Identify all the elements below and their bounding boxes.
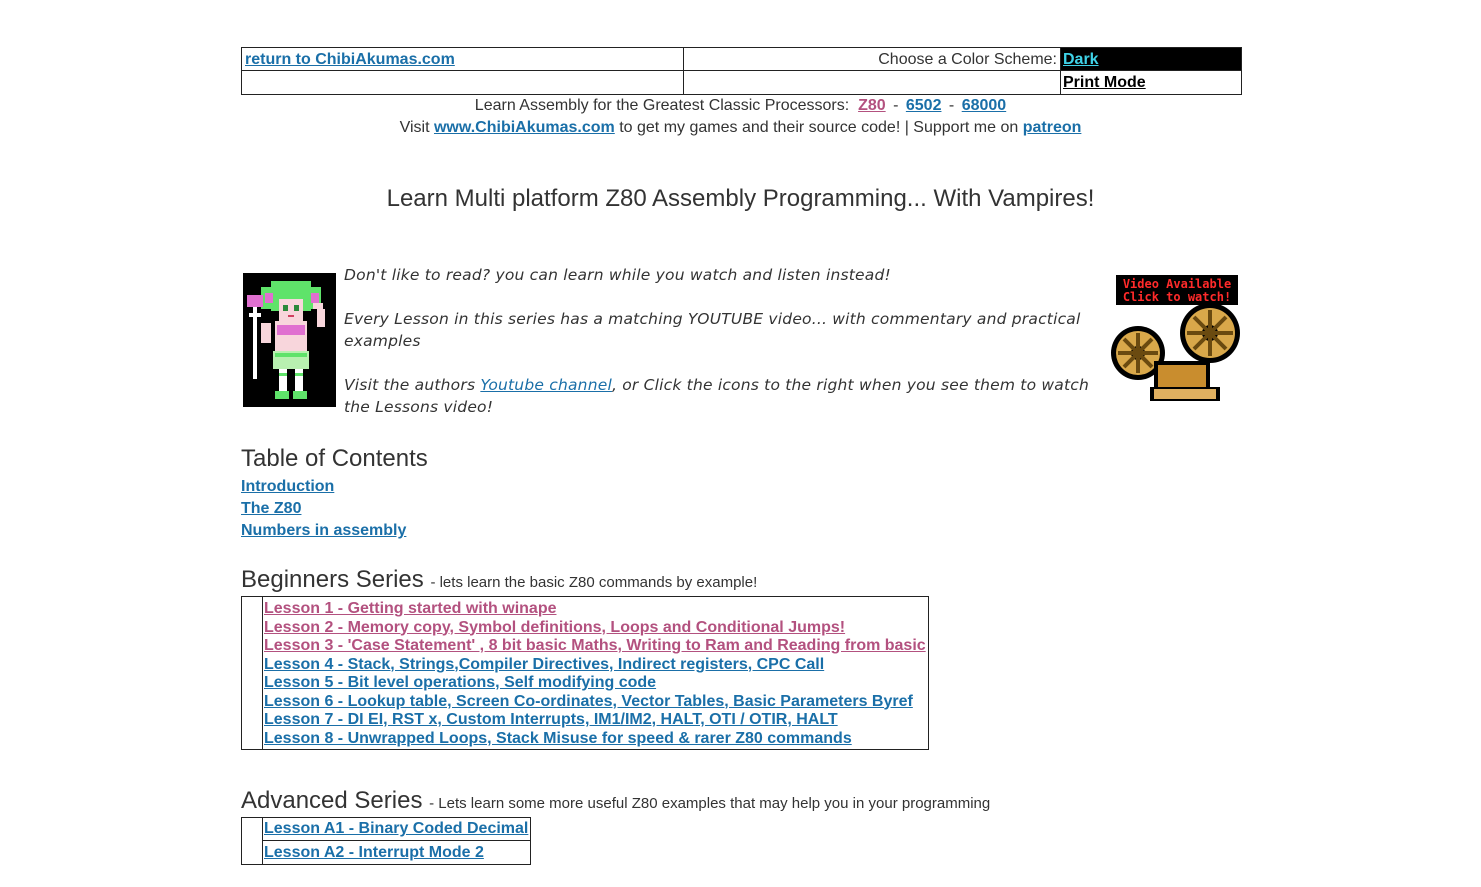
intro-p3-prefix: Visit the authors: [344, 376, 476, 394]
processors-text: Learn Assembly for the Greatest Classic …: [474, 97, 850, 114]
return-link[interactable]: return to ChibiAkumas.com: [245, 51, 455, 68]
header-cell-empty: [242, 71, 684, 94]
video-badge-line1: Video Available: [1123, 277, 1231, 291]
dark-scheme-link[interactable]: Dark: [1063, 51, 1099, 68]
site-link[interactable]: www.ChibiAkumas.com: [434, 119, 615, 136]
advanced-subtitle: - Lets learn some more useful Z80 exampl…: [429, 795, 991, 812]
toc-link-numbers[interactable]: Numbers in assembly: [241, 520, 406, 542]
advanced-row: Lesson A1 - Binary Coded Decimal: [262, 818, 530, 841]
visit-prefix: Visit: [399, 119, 430, 136]
advanced-lesson-table: Lesson A1 - Binary Coded Decimal Lesson …: [241, 817, 531, 865]
lesson-4-link[interactable]: Lesson 4 - Stack, Strings,Compiler Direc…: [264, 656, 926, 675]
visit-mid: to get my games and their source code! |…: [619, 119, 1019, 136]
header-cell-empty-2: [684, 71, 1061, 94]
lesson-5-link[interactable]: Lesson 5 - Bit level operations, Self mo…: [264, 674, 926, 693]
dark-scheme-cell: Dark: [1061, 48, 1241, 71]
advanced-row: Lesson A2 - Interrupt Mode 2: [262, 841, 530, 864]
separator: -: [893, 97, 899, 114]
lesson-8-link[interactable]: Lesson 8 - Unwrapped Loops, Stack Misuse…: [264, 730, 926, 749]
patreon-link[interactable]: patreon: [1023, 119, 1082, 136]
header-cell-return: return to ChibiAkumas.com: [242, 48, 684, 71]
youtube-channel-link[interactable]: Youtube channel: [480, 376, 612, 394]
toc-list: Introduction The Z80 Numbers in assembly: [241, 476, 406, 542]
proc-68000-link[interactable]: 68000: [962, 97, 1007, 114]
header-table: return to ChibiAkumas.com Choose a Color…: [241, 47, 1242, 95]
beginners-lesson-table: Lesson 1 - Getting started with winape L…: [241, 596, 929, 750]
lesson-3-link[interactable]: Lesson 3 - 'Case Statement' , 8 bit basi…: [264, 637, 926, 656]
beginners-heading: Beginners Series - lets learn the basic …: [241, 566, 757, 594]
page-title: Learn Multi platform Z80 Assembly Progra…: [386, 185, 1095, 212]
mascot-image: [243, 273, 336, 407]
toc-link-the-z80[interactable]: The Z80: [241, 498, 406, 520]
lesson-6-link[interactable]: Lesson 6 - Lookup table, Screen Co-ordin…: [264, 693, 926, 712]
lesson-1-link[interactable]: Lesson 1 - Getting started with winape: [264, 600, 926, 619]
separator: -: [948, 97, 955, 114]
beginners-title: Beginners Series: [241, 566, 424, 593]
lesson-a2-link[interactable]: Lesson A2 - Interrupt Mode 2: [264, 844, 484, 861]
lesson-a1-link[interactable]: Lesson A1 - Binary Coded Decimal: [264, 820, 528, 837]
table-gutter: [242, 597, 263, 749]
advanced-heading: Advanced Series - Lets learn some more u…: [241, 787, 990, 815]
video-badge-line2: Click to watch!: [1123, 290, 1231, 304]
proc-z80-link[interactable]: Z80: [858, 97, 886, 114]
print-mode-link[interactable]: Print Mode: [1063, 74, 1146, 91]
intro-paragraph-3: Visit the authors Youtube channel, or Cl…: [344, 374, 1092, 418]
print-mode-cell: Print Mode: [1061, 71, 1241, 94]
video-available-icon[interactable]: Video Available Click to watch!: [1110, 275, 1242, 405]
table-gutter: [242, 818, 263, 864]
visit-line: Visit www.ChibiAkumas.com to get my game…: [0, 119, 1481, 137]
proc-6502-link[interactable]: 6502: [906, 97, 942, 114]
intro-paragraph-1: Don't like to read? you can learn while …: [344, 266, 891, 284]
lesson-2-link[interactable]: Lesson 2 - Memory copy, Symbol definitio…: [264, 619, 926, 638]
intro-text: Don't like to read? you can learn while …: [344, 264, 1092, 440]
toc-link-introduction[interactable]: Introduction: [241, 476, 406, 498]
beginners-subtitle: - lets learn the basic Z80 commands by e…: [430, 574, 758, 591]
intro-paragraph-2: Every Lesson in this series has a matchi…: [344, 310, 1081, 350]
lesson-7-link[interactable]: Lesson 7 - DI EI, RST x, Custom Interrup…: [264, 711, 926, 730]
processors-line: Learn Assembly for the Greatest Classic …: [0, 97, 1481, 115]
advanced-title: Advanced Series: [241, 787, 423, 814]
toc-heading: Table of Contents: [241, 445, 428, 472]
color-scheme-label: Choose a Color Scheme:: [684, 48, 1061, 71]
beginners-lesson-list: Lesson 1 - Getting started with winape L…: [264, 600, 926, 748]
